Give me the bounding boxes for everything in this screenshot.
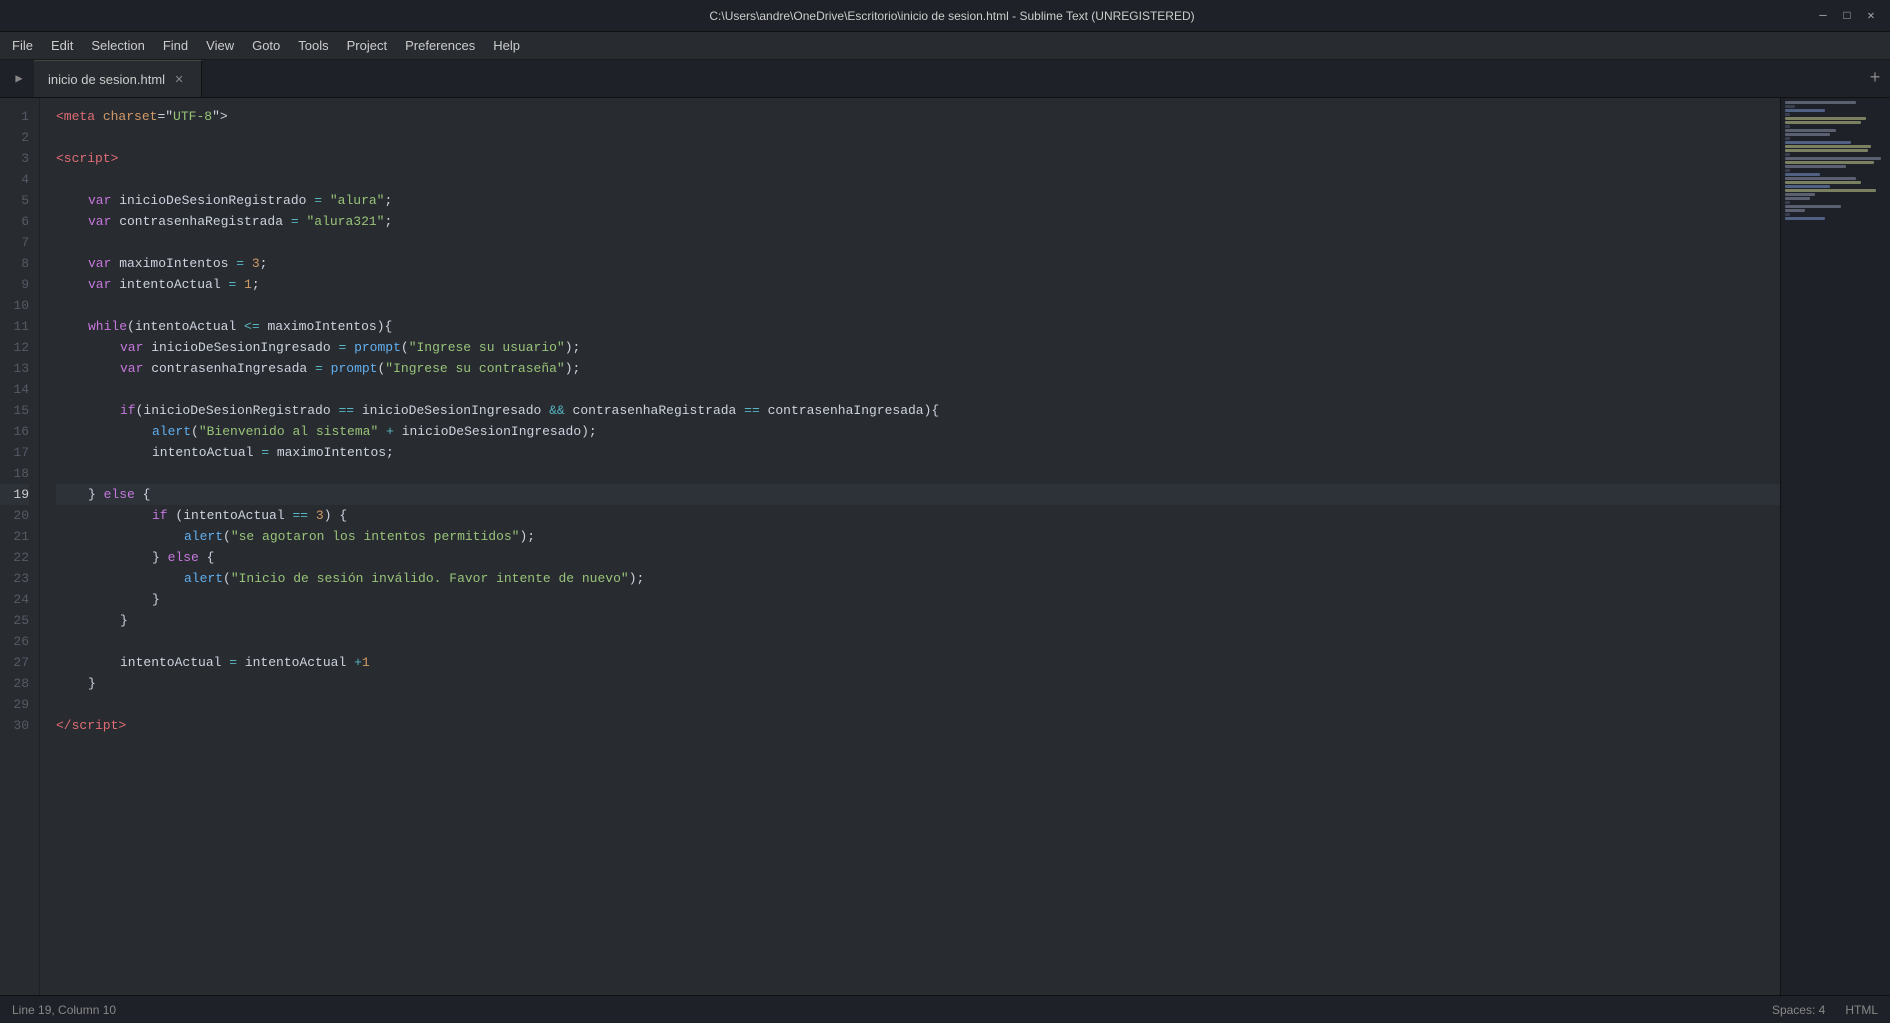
play-button[interactable]: ▶ <box>4 60 34 97</box>
line-num-21: 21 <box>0 526 29 547</box>
line-num-4: 4 <box>0 169 29 190</box>
line-num-1: 1 <box>0 106 29 127</box>
code-line-6: var contrasenhaRegistrada = "alura321"; <box>56 211 1780 232</box>
line-num-2: 2 <box>0 127 29 148</box>
menu-goto[interactable]: Goto <box>244 35 288 56</box>
menu-tools[interactable]: Tools <box>290 35 336 56</box>
code-line-21: alert("se agotaron los intentos permitid… <box>56 526 1780 547</box>
spaces-indicator: Spaces: 4 <box>1772 1003 1825 1017</box>
status-left: Line 19, Column 10 <box>12 1003 116 1017</box>
line-numbers: 1 2 3 4 5 6 7 8 9 10 11 12 13 14 15 16 1… <box>0 98 40 995</box>
window-controls: ─ □ ✕ <box>1814 7 1880 25</box>
status-right: Spaces: 4 HTML <box>1772 1003 1878 1017</box>
code-line-13: var contrasenhaIngresada = prompt("Ingre… <box>56 358 1780 379</box>
code-line-15: if(inicioDeSesionRegistrado == inicioDeS… <box>56 400 1780 421</box>
code-line-22: } else { <box>56 547 1780 568</box>
maximize-button[interactable]: □ <box>1838 7 1856 25</box>
line-num-29: 29 <box>0 694 29 715</box>
code-line-5: var inicioDeSesionRegistrado = "alura"; <box>56 190 1780 211</box>
code-line-18 <box>56 463 1780 484</box>
menu-edit[interactable]: Edit <box>43 35 81 56</box>
code-line-19: } else { <box>56 484 1780 505</box>
line-num-30: 30 <box>0 715 29 736</box>
menu-find[interactable]: Find <box>155 35 196 56</box>
line-num-28: 28 <box>0 673 29 694</box>
code-line-12: var inicioDeSesionIngresado = prompt("In… <box>56 337 1780 358</box>
line-num-12: 12 <box>0 337 29 358</box>
title-text: C:\Users\andre\OneDrive\Escritorio\inici… <box>90 9 1814 23</box>
code-line-30: </script> <box>56 715 1780 736</box>
cursor-position: Line 19, Column 10 <box>12 1003 116 1017</box>
menu-preferences[interactable]: Preferences <box>397 35 483 56</box>
line-num-18: 18 <box>0 463 29 484</box>
code-line-20: if (intentoActual == 3) { <box>56 505 1780 526</box>
tab-label: inicio de sesion.html <box>48 72 165 87</box>
menu-help[interactable]: Help <box>485 35 528 56</box>
title-bar: C:\Users\andre\OneDrive\Escritorio\inici… <box>0 0 1890 32</box>
code-line-9: var intentoActual = 1; <box>56 274 1780 295</box>
line-num-9: 9 <box>0 274 29 295</box>
line-num-27: 27 <box>0 652 29 673</box>
line-num-24: 24 <box>0 589 29 610</box>
line-num-22: 22 <box>0 547 29 568</box>
menu-selection[interactable]: Selection <box>83 35 152 56</box>
code-line-29 <box>56 694 1780 715</box>
menu-bar: File Edit Selection Find View Goto Tools… <box>0 32 1890 60</box>
code-line-25: } <box>56 610 1780 631</box>
line-num-26: 26 <box>0 631 29 652</box>
line-num-11: 11 <box>0 316 29 337</box>
code-line-28: } <box>56 673 1780 694</box>
minimap-content <box>1781 98 1890 223</box>
line-num-3: 3 <box>0 148 29 169</box>
line-num-25: 25 <box>0 610 29 631</box>
menu-view[interactable]: View <box>198 35 242 56</box>
code-line-14 <box>56 379 1780 400</box>
active-tab[interactable]: inicio de sesion.html ✕ <box>34 60 202 97</box>
close-button[interactable]: ✕ <box>1862 7 1880 25</box>
line-num-13: 13 <box>0 358 29 379</box>
code-line-4 <box>56 169 1780 190</box>
line-num-8: 8 <box>0 253 29 274</box>
line-num-15: 15 <box>0 400 29 421</box>
code-line-3: <script> <box>56 148 1780 169</box>
line-num-14: 14 <box>0 379 29 400</box>
new-tab-button[interactable]: + <box>1860 60 1890 97</box>
code-line-23: alert("Inicio de sesión inválido. Favor … <box>56 568 1780 589</box>
editor-container: 1 2 3 4 5 6 7 8 9 10 11 12 13 14 15 16 1… <box>0 98 1890 995</box>
line-num-19: 19 <box>0 484 29 505</box>
minimize-button[interactable]: ─ <box>1814 7 1832 25</box>
code-line-1: <meta charset="UTF-8"> <box>56 106 1780 127</box>
menu-file[interactable]: File <box>4 35 41 56</box>
line-num-5: 5 <box>0 190 29 211</box>
code-line-8: var maximoIntentos = 3; <box>56 253 1780 274</box>
code-line-16: alert("Bienvenido al sistema" + inicioDe… <box>56 421 1780 442</box>
line-num-17: 17 <box>0 442 29 463</box>
menu-project[interactable]: Project <box>339 35 395 56</box>
line-num-6: 6 <box>0 211 29 232</box>
code-line-27: intentoActual = intentoActual +1 <box>56 652 1780 673</box>
line-num-16: 16 <box>0 421 29 442</box>
status-bar: Line 19, Column 10 Spaces: 4 HTML <box>0 995 1890 1023</box>
line-num-20: 20 <box>0 505 29 526</box>
code-line-7 <box>56 232 1780 253</box>
code-line-11: while(intentoActual <= maximoIntentos){ <box>56 316 1780 337</box>
tab-bar: ▶ inicio de sesion.html ✕ + <box>0 60 1890 98</box>
line-num-7: 7 <box>0 232 29 253</box>
code-line-24: } <box>56 589 1780 610</box>
code-line-17: intentoActual = maximoIntentos; <box>56 442 1780 463</box>
code-line-2 <box>56 127 1780 148</box>
language-indicator: HTML <box>1845 1003 1878 1017</box>
line-num-23: 23 <box>0 568 29 589</box>
minimap[interactable] <box>1780 98 1890 995</box>
code-line-26 <box>56 631 1780 652</box>
tab-close-button[interactable]: ✕ <box>171 71 187 87</box>
tab-spacer <box>202 60 1860 97</box>
code-line-10 <box>56 295 1780 316</box>
line-num-10: 10 <box>0 295 29 316</box>
code-area[interactable]: <meta charset="UTF-8"> <script> var inic… <box>40 98 1780 995</box>
